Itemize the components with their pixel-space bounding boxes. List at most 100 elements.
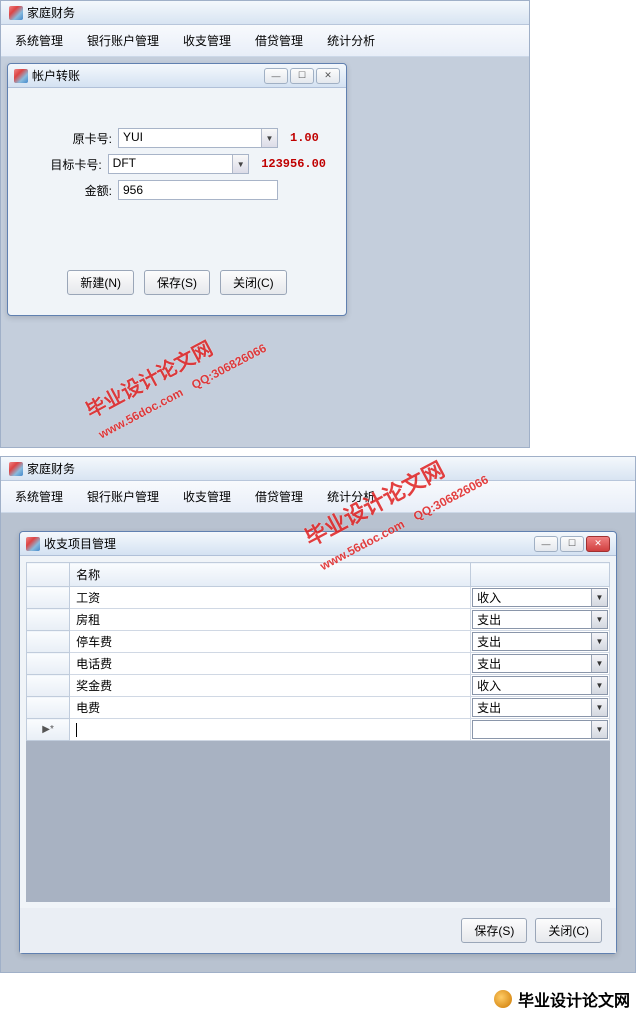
combo-target-card-value: DFT xyxy=(113,156,136,170)
items-grid-area: 名称 工资收入▼房租支出▼停车费支出▼电话费支出▼奖金费收入▼电费支出▼▶*▼ xyxy=(26,562,610,902)
chevron-down-icon: ▼ xyxy=(591,611,607,628)
row-header xyxy=(27,631,70,653)
label-source-card: 原卡号: xyxy=(28,130,118,147)
table-row[interactable]: 奖金费收入▼ xyxy=(27,675,610,697)
cell-name[interactable]: 工资 xyxy=(70,587,471,609)
window-controls: — ☐ ✕ xyxy=(264,68,340,84)
row-amount: 金额: xyxy=(28,180,326,200)
combo-source-card-value: YUI xyxy=(123,130,143,144)
app-icon xyxy=(9,462,23,476)
cell-type[interactable]: 支出▼ xyxy=(471,653,610,675)
table-row[interactable]: 电费支出▼ xyxy=(27,697,610,719)
row-target-card: 目标卡号: DFT ▼ 123956.00 xyxy=(28,154,326,174)
grid-corner xyxy=(27,563,70,587)
new-button[interactable]: 新建(N) xyxy=(67,270,134,295)
label-target-card: 目标卡号: xyxy=(28,156,108,173)
brand-icon xyxy=(494,990,512,1008)
cell-name[interactable]: 电话费 xyxy=(70,653,471,675)
menu-stats[interactable]: 统计分析 xyxy=(315,29,387,52)
col-type[interactable] xyxy=(471,563,610,587)
table-row[interactable]: 房租支出▼ xyxy=(27,609,610,631)
cell-name-new[interactable] xyxy=(70,719,471,741)
chevron-down-icon: ▼ xyxy=(261,129,277,147)
cell-name[interactable]: 停车费 xyxy=(70,631,471,653)
table-row-new[interactable]: ▶*▼ xyxy=(27,719,610,741)
cell-name[interactable]: 电费 xyxy=(70,697,471,719)
window-icon xyxy=(26,537,40,551)
menu-system[interactable]: 系统管理 xyxy=(3,29,75,52)
cell-name[interactable]: 房租 xyxy=(70,609,471,631)
save-button[interactable]: 保存(S) xyxy=(461,918,527,943)
chevron-down-icon: ▼ xyxy=(591,721,607,738)
close-button[interactable]: 关闭(C) xyxy=(220,270,287,295)
cell-type-new[interactable]: ▼ xyxy=(471,719,610,741)
close-button[interactable]: ✕ xyxy=(586,536,610,552)
table-row[interactable]: 停车费支出▼ xyxy=(27,631,610,653)
combo-source-card[interactable]: YUI ▼ xyxy=(118,128,278,148)
table-row[interactable]: 电话费支出▼ xyxy=(27,653,610,675)
maximize-button[interactable]: ☐ xyxy=(290,68,314,84)
app2-mdi-area: 收支项目管理 — ☐ ✕ 名称 xyxy=(1,513,635,972)
combo-target-card[interactable]: DFT ▼ xyxy=(108,154,250,174)
row-header xyxy=(27,653,70,675)
transfer-window: 帐户转账 — ☐ ✕ 原卡号: YUI ▼ 1.00 xyxy=(7,63,347,316)
table-row[interactable]: 工资收入▼ xyxy=(27,587,610,609)
chevron-down-icon: ▼ xyxy=(591,699,607,716)
save-button[interactable]: 保存(S) xyxy=(144,270,210,295)
row-header xyxy=(27,609,70,631)
app1-titlebar: 家庭财务 xyxy=(1,1,529,25)
cell-type[interactable]: 支出▼ xyxy=(471,609,610,631)
close-button[interactable]: 关闭(C) xyxy=(535,918,602,943)
close-button[interactable]: ✕ xyxy=(316,68,340,84)
minimize-button[interactable]: — xyxy=(534,536,558,552)
chevron-down-icon: ▼ xyxy=(591,589,607,606)
items-titlebar: 收支项目管理 — ☐ ✕ xyxy=(20,532,616,556)
window-icon xyxy=(14,69,28,83)
items-body: 名称 工资收入▼房租支出▼停车费支出▼电话费支出▼奖金费收入▼电费支出▼▶*▼ xyxy=(20,556,616,908)
row-header xyxy=(27,587,70,609)
row-header xyxy=(27,697,70,719)
footer-text: 毕业设计论文网 xyxy=(518,987,630,1011)
cell-type[interactable]: 支出▼ xyxy=(471,631,610,653)
menu-bank[interactable]: 银行账户管理 xyxy=(75,485,171,508)
amount-field[interactable] xyxy=(118,180,278,200)
menu-stats[interactable]: 统计分析 xyxy=(315,485,387,508)
label-amount: 金额: xyxy=(28,182,118,199)
app-icon xyxy=(9,6,23,20)
col-name[interactable]: 名称 xyxy=(70,563,471,587)
cell-type[interactable]: 收入▼ xyxy=(471,587,610,609)
app1-menubar: 系统管理 银行账户管理 收支管理 借贷管理 统计分析 xyxy=(1,25,529,57)
app2-menubar: 系统管理 银行账户管理 收支管理 借贷管理 统计分析 xyxy=(1,481,635,513)
cell-type[interactable]: 支出▼ xyxy=(471,697,610,719)
items-grid[interactable]: 名称 工资收入▼房租支出▼停车费支出▼电话费支出▼奖金费收入▼电费支出▼▶*▼ xyxy=(26,562,610,741)
transfer-buttons: 新建(N) 保存(S) 关闭(C) xyxy=(28,270,326,295)
app1-mdi-area: 帐户转账 — ☐ ✕ 原卡号: YUI ▼ 1.00 xyxy=(1,57,529,447)
maximize-button[interactable]: ☐ xyxy=(560,536,584,552)
app1-title: 家庭财务 xyxy=(27,4,75,21)
menu-income[interactable]: 收支管理 xyxy=(171,29,243,52)
row-source-card: 原卡号: YUI ▼ 1.00 xyxy=(28,128,326,148)
menu-loan[interactable]: 借贷管理 xyxy=(243,29,315,52)
target-balance: 123956.00 xyxy=(261,157,326,171)
menu-loan[interactable]: 借贷管理 xyxy=(243,485,315,508)
items-title: 收支项目管理 xyxy=(44,535,116,552)
menu-income[interactable]: 收支管理 xyxy=(171,485,243,508)
window-controls: — ☐ ✕ xyxy=(534,536,610,552)
source-balance: 1.00 xyxy=(290,131,319,145)
menu-bank[interactable]: 银行账户管理 xyxy=(75,29,171,52)
cell-name[interactable]: 奖金费 xyxy=(70,675,471,697)
chevron-down-icon: ▼ xyxy=(591,633,607,650)
app-window-1: 家庭财务 系统管理 银行账户管理 收支管理 借贷管理 统计分析 帐户转账 — ☐… xyxy=(0,0,530,448)
minimize-button[interactable]: — xyxy=(264,68,288,84)
menu-system[interactable]: 系统管理 xyxy=(3,485,75,508)
app-window-2: 家庭财务 系统管理 银行账户管理 收支管理 借贷管理 统计分析 收支项目管理 —… xyxy=(0,456,636,973)
transfer-form: 原卡号: YUI ▼ 1.00 目标卡号: DFT ▼ 123956.00 xyxy=(8,88,346,315)
app2-titlebar: 家庭财务 xyxy=(1,457,635,481)
transfer-titlebar: 帐户转账 — ☐ ✕ xyxy=(8,64,346,88)
items-window: 收支项目管理 — ☐ ✕ 名称 xyxy=(19,531,617,954)
app2-title: 家庭财务 xyxy=(27,460,75,477)
chevron-down-icon: ▼ xyxy=(591,655,607,672)
cell-type[interactable]: 收入▼ xyxy=(471,675,610,697)
items-buttons: 保存(S) 关闭(C) xyxy=(20,908,616,953)
transfer-title: 帐户转账 xyxy=(32,67,80,84)
